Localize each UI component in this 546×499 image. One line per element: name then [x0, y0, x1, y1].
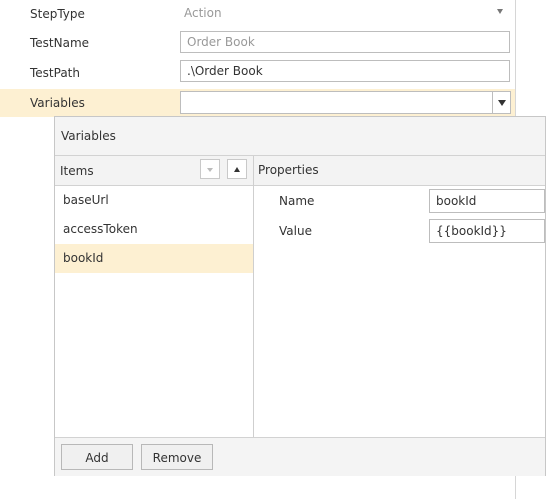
variables-dropdown-button[interactable]: [492, 92, 510, 113]
properties-header: Properties: [254, 156, 545, 186]
property-label-testpath: TestPath: [30, 66, 80, 80]
items-header-label: Items: [60, 164, 94, 178]
popup-header: Variables: [55, 117, 545, 155]
steptype-value[interactable]: Action: [184, 0, 222, 26]
property-row-value: Value {{bookId}}: [254, 216, 545, 246]
property-label-testname: TestName: [30, 36, 90, 50]
items-pane: Items baseUrl accessToken bookId: [55, 156, 254, 437]
property-label-variables: Variables: [30, 96, 85, 110]
value-label: Value: [279, 224, 312, 238]
popup-footer: Add Remove: [55, 437, 545, 476]
variables-combo[interactable]: [180, 91, 511, 114]
list-item[interactable]: accessToken: [55, 215, 253, 244]
move-up-button[interactable]: [227, 159, 247, 179]
property-row-testname: TestName Order Book: [0, 29, 515, 57]
property-row-steptype[interactable]: StepType Action: [0, 0, 515, 28]
chevron-down-icon: [207, 168, 213, 172]
property-row-testpath: TestPath .\Order Book: [0, 59, 515, 87]
dropdown-arrow-icon: [498, 100, 506, 106]
testpath-input[interactable]: .\Order Book: [180, 60, 510, 82]
list-item-label: accessToken: [63, 222, 138, 236]
move-down-button[interactable]: [200, 159, 220, 179]
property-row-name: Name bookId: [254, 186, 545, 216]
chevron-up-icon: [234, 167, 240, 172]
list-item[interactable]: baseUrl: [55, 186, 253, 215]
name-label: Name: [279, 194, 315, 208]
list-item-label: bookId: [63, 251, 104, 265]
remove-button[interactable]: Remove: [141, 444, 213, 470]
properties-pane: Properties Name bookId Value {{bookId}}: [254, 156, 545, 437]
value-input[interactable]: {{bookId}}: [429, 219, 545, 243]
list-item-label: baseUrl: [63, 193, 109, 207]
testname-input[interactable]: Order Book: [180, 31, 510, 53]
items-header: Items: [55, 156, 253, 186]
chevron-down-icon[interactable]: [497, 9, 503, 14]
properties-header-label: Properties: [258, 163, 319, 177]
add-button[interactable]: Add: [61, 444, 133, 470]
list-item-selected[interactable]: bookId: [55, 244, 253, 273]
popup-title: Variables: [61, 129, 116, 143]
name-input[interactable]: bookId: [429, 189, 545, 213]
variables-editor-popup: Variables Items baseUrl accessToken book…: [54, 116, 546, 476]
property-label-steptype: StepType: [30, 7, 85, 21]
